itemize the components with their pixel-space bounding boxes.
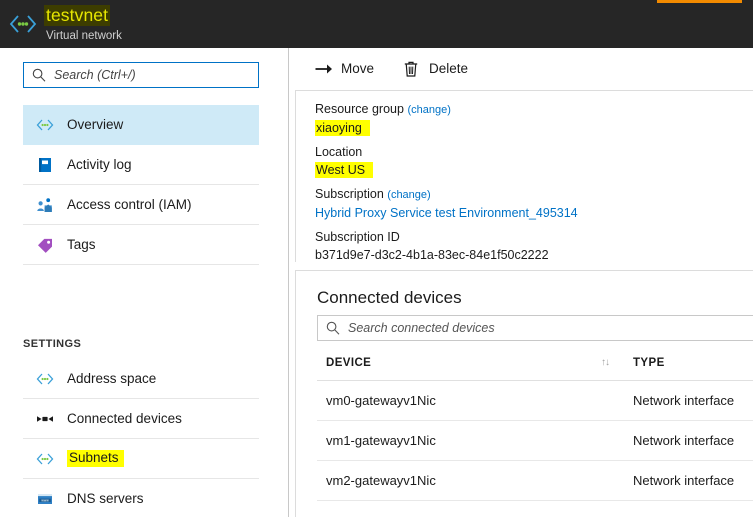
page-subtitle: Virtual network	[46, 30, 122, 42]
cell-device: vm2-gatewayv1Nic	[326, 473, 436, 488]
column-header-device[interactable]: DEVICE ↑↓	[317, 357, 615, 369]
sort-updown-icon[interactable]: ↑↓	[601, 357, 615, 368]
connected-devices-search[interactable]	[317, 315, 753, 341]
sidebar-item-overview[interactable]: Overview	[23, 105, 259, 145]
sidebar-section-settings: SETTINGS	[23, 338, 82, 350]
activity-log-icon	[23, 145, 67, 184]
sidebar-item-dns-servers[interactable]: www DNS servers	[23, 479, 259, 517]
subscription-label: Subscription (change)	[315, 187, 431, 201]
dns-servers-icon: www	[23, 479, 67, 517]
subscription-value[interactable]: Hybrid Proxy Service test Environment_49…	[315, 205, 753, 222]
sidebar-nav-settings: Address space Connected devices Subnets www…	[23, 359, 259, 517]
cell-device: vm0-gatewayv1Nic	[326, 393, 436, 408]
sidebar-item-address-space[interactable]: Address space	[23, 359, 259, 399]
sidebar-item-tags[interactable]: Tags	[23, 225, 259, 265]
sidebar-search[interactable]	[23, 62, 259, 88]
table-row[interactable]: vm0-gatewayv1Nic Network interface	[317, 381, 753, 421]
sidebar-item-label: Overview	[67, 116, 124, 132]
sidebar-item-label: Activity log	[67, 156, 132, 172]
blade-sidebar: Overview Activity log Access control (IAM)…	[0, 48, 289, 517]
vnet-icon	[23, 105, 67, 144]
essentials-card: Resource group (change) xiaoying Locatio…	[295, 90, 753, 262]
cell-type: Network interface	[633, 433, 735, 448]
search-input[interactable]	[54, 68, 249, 82]
blade-header: testvnet Virtual network	[0, 0, 753, 48]
svg-text:www: www	[41, 498, 49, 502]
location-value: West US	[315, 162, 753, 179]
sidebar-nav-main: Overview Activity log Access control (IAM)…	[23, 105, 259, 265]
connected-devices-search-input[interactable]	[348, 321, 728, 335]
resource-group-change-link[interactable]: (change)	[407, 104, 450, 116]
location-field: Location West US	[315, 144, 753, 179]
sidebar-item-label: Connected devices	[67, 410, 182, 426]
cell-type: Network interface	[633, 393, 735, 408]
trash-icon	[400, 61, 422, 77]
subscription-change-link[interactable]: (change)	[387, 189, 430, 201]
blade-content: Move Delete Resource group (change) xiao…	[290, 48, 753, 517]
delete-button[interactable]: Delete	[400, 54, 468, 84]
connected-devices-table: DEVICE ↑↓ TYPE vm0-gatewayv1Nic Network i…	[317, 345, 753, 501]
blade-header-text: testvnet Virtual network	[44, 5, 122, 43]
page-title: testvnet	[44, 5, 111, 26]
table-row[interactable]: vm2-gatewayv1Nic Network interface	[317, 461, 753, 501]
connected-devices-icon	[23, 399, 67, 438]
resource-group-value: xiaoying	[315, 120, 753, 137]
table-header-row: DEVICE ↑↓ TYPE	[317, 345, 753, 381]
azure-portal-blade: testvnet Virtual network Overview Activit…	[0, 0, 753, 517]
subscription-id-value: b371d9e7-d3c2-4b1a-83ec-84e1f50c2222	[315, 248, 549, 262]
search-icon	[318, 321, 348, 335]
sidebar-item-label: Subnets	[67, 450, 124, 467]
table-body: vm0-gatewayv1Nic Network interface vm1-gat…	[317, 381, 753, 501]
sidebar-item-label: Tags	[67, 236, 96, 252]
sidebar-item-subnets[interactable]: Subnets	[23, 439, 259, 479]
move-button[interactable]: Move	[312, 54, 374, 84]
column-header-type[interactable]: TYPE	[615, 357, 665, 369]
sidebar-item-label: DNS servers	[67, 490, 144, 506]
move-arrow-icon	[312, 62, 334, 76]
resource-group-label: Resource group (change)	[315, 102, 451, 116]
connected-devices-card: Connected devices DEVICE ↑↓ TYPE	[295, 270, 753, 517]
move-button-label: Move	[341, 61, 375, 76]
delete-button-label: Delete	[429, 61, 469, 76]
sidebar-item-label: Address space	[67, 370, 157, 386]
cell-device: vm1-gatewayv1Nic	[326, 433, 436, 448]
subscription-id-field: Subscription ID b371d9e7-d3c2-4b1a-83ec-…	[315, 229, 753, 264]
connected-devices-title: Connected devices	[317, 288, 462, 307]
vnet-icon	[8, 12, 38, 36]
address-space-icon	[23, 359, 67, 398]
location-label: Location	[315, 145, 363, 159]
sidebar-item-connected-devices[interactable]: Connected devices	[23, 399, 259, 439]
subscription-field: Subscription (change) Hybrid Proxy Servi…	[315, 186, 753, 222]
command-bar: Move Delete	[290, 48, 753, 89]
search-icon	[24, 68, 54, 82]
cell-type: Network interface	[633, 473, 735, 488]
sidebar-item-activity-log[interactable]: Activity log	[23, 145, 259, 185]
resource-group-field: Resource group (change) xiaoying	[315, 101, 753, 137]
table-row[interactable]: vm1-gatewayv1Nic Network interface	[317, 421, 753, 461]
tag-icon	[23, 225, 67, 264]
subnets-icon	[23, 439, 67, 478]
sidebar-item-label: Access control (IAM)	[67, 196, 192, 212]
sidebar-item-access-control-iam[interactable]: Access control (IAM)	[23, 185, 259, 225]
subscription-id-label: Subscription ID	[315, 230, 400, 244]
loading-progress-bar	[657, 0, 742, 3]
access-control-icon	[23, 185, 67, 224]
